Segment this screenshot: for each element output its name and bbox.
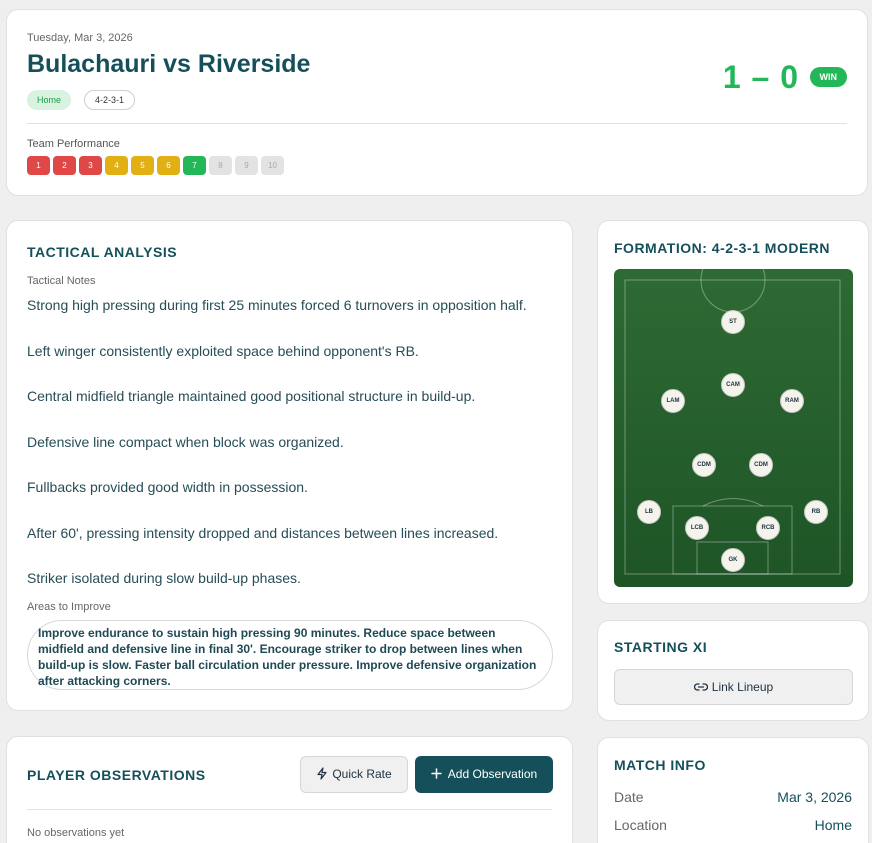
venue-chip: Home: [27, 90, 72, 110]
tactical-notes-label: Tactical Notes: [27, 275, 96, 287]
player-marker-gk[interactable]: GK: [721, 548, 745, 572]
observations-divider: [27, 809, 552, 810]
player-marker-lcb[interactable]: LCB: [685, 516, 709, 540]
performance-label: Team Performance: [27, 138, 120, 150]
tactical-notes-list: Strong high pressing during first 25 min…: [27, 296, 557, 615]
link-lineup-label: Link Lineup: [711, 680, 774, 694]
plus-icon: [431, 768, 442, 779]
player-observations-card: PLAYER OBSERVATIONS Quick Rate Add Obser…: [6, 736, 573, 843]
link-icon: [693, 683, 708, 691]
player-marker-rcb[interactable]: RCB: [756, 516, 780, 540]
performance-rating-7[interactable]: 7: [183, 156, 206, 175]
observations-title: PLAYER OBSERVATIONS: [27, 767, 206, 783]
performance-rating-8[interactable]: 8: [209, 156, 232, 175]
starting-xi-title: STARTING XI: [614, 639, 708, 655]
tactical-note: Left winger consistently exploited space…: [27, 342, 419, 359]
tactical-note: Fullbacks provided good width in possess…: [27, 479, 308, 495]
player-marker-lb[interactable]: LB: [637, 500, 661, 524]
areas-to-improve-label: Areas to Improve: [27, 601, 111, 613]
quick-rate-button[interactable]: Quick Rate: [300, 756, 408, 793]
info-value: Mar 3, 2026: [777, 789, 852, 805]
result-badge: WIN: [809, 67, 847, 87]
performance-rating-10[interactable]: 10: [261, 156, 284, 175]
performance-rating-9[interactable]: 9: [235, 156, 258, 175]
info-key: Location: [614, 817, 667, 833]
info-key: Date: [614, 789, 644, 805]
tactical-note: Central midfield triangle maintained goo…: [27, 388, 476, 404]
match-header-card: Tuesday, Mar 3, 2026 Bulachauri vs River…: [6, 9, 868, 196]
player-marker-cam[interactable]: CAM: [721, 373, 745, 397]
observations-empty-text: No observations yet: [27, 827, 125, 839]
tactical-note: After 60', pressing intensity dropped an…: [27, 524, 499, 541]
formation-card: FORMATION: 4-2-3-1 MODERN ST LAM CAM RAM…: [597, 220, 869, 604]
match-info-card: MATCH INFO Date Mar 3, 2026 Location Hom…: [597, 737, 869, 843]
performance-rating-1[interactable]: 1: [27, 156, 50, 175]
player-marker-rb[interactable]: RB: [804, 500, 828, 524]
performance-rating-6[interactable]: 6: [157, 156, 180, 175]
tactical-note: Strong high pressing during first 25 min…: [27, 297, 527, 313]
match-info-title: MATCH INFO: [614, 757, 706, 773]
add-observation-button[interactable]: Add Observation: [415, 756, 553, 793]
match-score: 1 – 0: [722, 59, 799, 95]
header-divider: [27, 123, 847, 124]
tactical-analysis-card: TACTICAL ANALYSIS Tactical Notes Strong …: [6, 220, 573, 711]
areas-to-improve-text: Improve endurance to sustain high pressi…: [27, 620, 553, 690]
player-marker-ram[interactable]: RAM: [780, 389, 804, 413]
performance-rating-2[interactable]: 2: [53, 156, 76, 175]
performance-rating-3[interactable]: 3: [79, 156, 102, 175]
quick-rate-label: Quick Rate: [332, 767, 392, 781]
formation-chip: 4-2-3-1: [84, 90, 136, 110]
performance-rating-4[interactable]: 4: [105, 156, 128, 175]
match-date: Tuesday, Mar 3, 2026: [27, 32, 133, 44]
performance-rating-5[interactable]: 5: [131, 156, 154, 175]
match-title: Bulachauri vs Riverside: [27, 50, 311, 78]
tactical-title: TACTICAL ANALYSIS: [27, 244, 178, 260]
tactical-note: Defensive line compact when block was or…: [27, 433, 344, 450]
player-marker-lam[interactable]: LAM: [661, 389, 685, 413]
player-marker-st[interactable]: ST: [721, 310, 745, 334]
formation-pitch: ST LAM CAM RAM CDM CDM LB LCB RCB RB GK: [614, 269, 853, 587]
info-value: Home: [814, 817, 852, 833]
player-marker-cdm-right[interactable]: CDM: [749, 453, 773, 477]
link-lineup-button[interactable]: Link Lineup: [614, 669, 853, 705]
lightning-icon: [317, 767, 327, 780]
starting-xi-card: STARTING XI Link Lineup: [597, 620, 869, 721]
performance-rating-row: 1 2 3 4 5 6 7 8 9 10: [27, 156, 284, 175]
player-marker-cdm-left[interactable]: CDM: [692, 453, 716, 477]
formation-title: FORMATION: 4-2-3-1 MODERN: [614, 240, 831, 256]
add-observation-label: Add Observation: [447, 767, 538, 781]
